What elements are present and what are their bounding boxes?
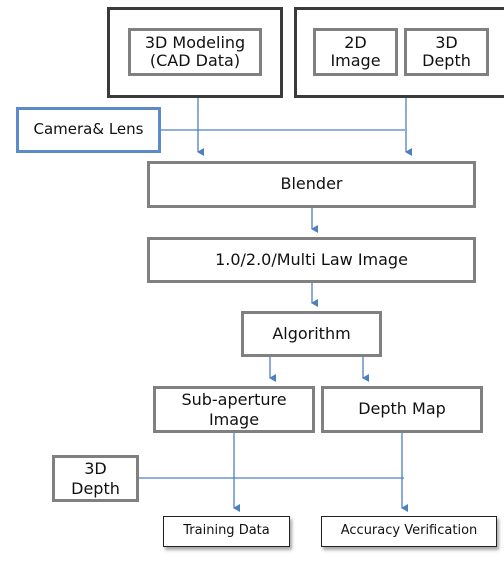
node-training-data: Training Data (163, 516, 290, 547)
node-sub-aperture-image: Sub-aperture Image (153, 386, 315, 433)
node-3d-modeling: 3D Modeling (CAD Data) (128, 28, 262, 76)
node-depth-map: Depth Map (321, 386, 483, 433)
node-accuracy-verification: Accuracy Verification (321, 516, 497, 547)
node-camera-lens: Camera& Lens (16, 107, 161, 153)
node-blender: Blender (147, 161, 476, 208)
node-3d-depth-top: 3D Depth (404, 28, 489, 76)
node-algorithm: Algorithm (241, 311, 382, 357)
node-3d-depth-bottom: 3D Depth (52, 455, 139, 502)
node-law-image: 1.0/2.0/Multi Law Image (147, 237, 476, 283)
node-2d-image: 2D Image (313, 28, 398, 76)
